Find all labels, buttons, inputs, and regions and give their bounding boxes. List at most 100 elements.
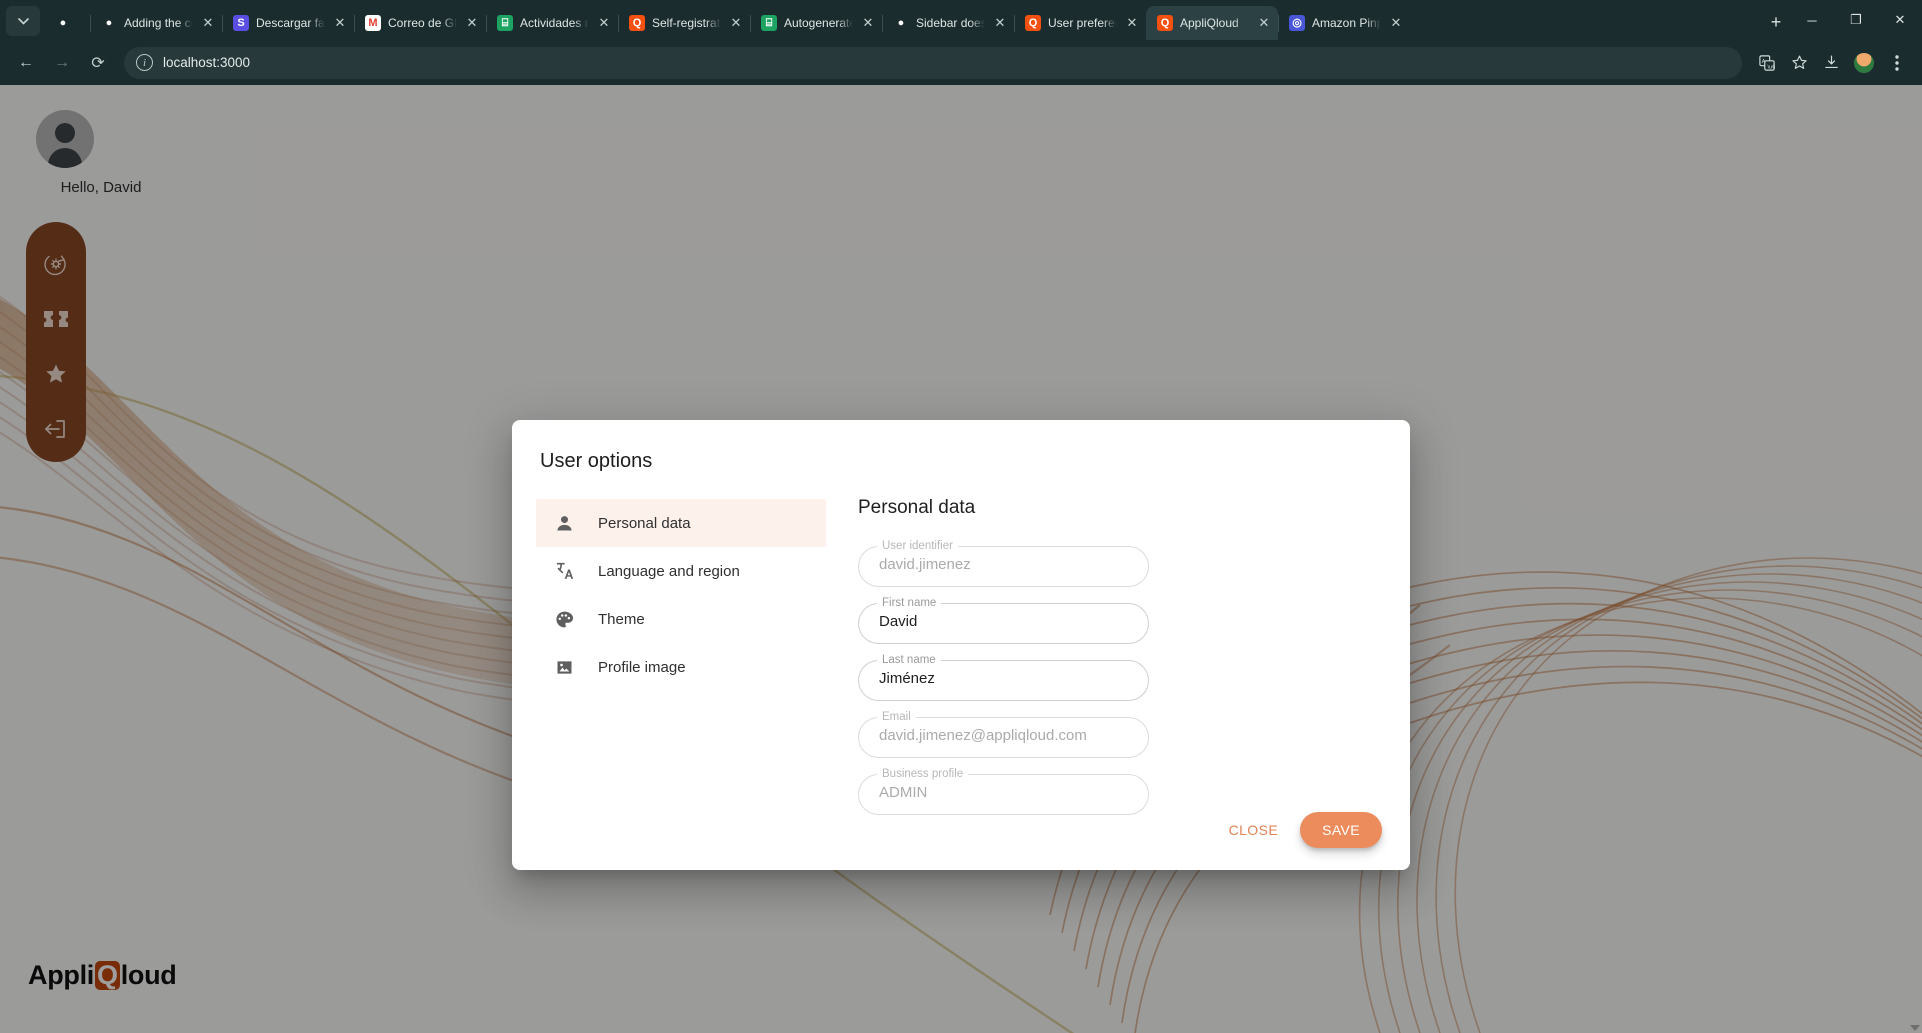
browser-tab[interactable]: M Correo de GHImp ✕: [354, 6, 486, 40]
tab-title: Actividades micr: [520, 16, 589, 30]
dialog-nav-item-label: Personal data: [598, 514, 691, 532]
dialog-actions: CLOSE SAVE: [536, 806, 1386, 870]
sheets-icon: ⌸: [497, 15, 513, 31]
field-input[interactable]: [858, 598, 1149, 644]
reload-button[interactable]: ⟳: [82, 47, 114, 79]
tab-close-icon[interactable]: ✕: [200, 15, 216, 31]
tab-title: Autogenerated |: [784, 16, 853, 30]
page-viewport: Hello, David Appli Q loud User options P…: [0, 85, 1922, 1033]
field-input: [858, 712, 1149, 758]
sheets-icon: ⌸: [761, 15, 777, 31]
tab-close-icon[interactable]: ✕: [728, 15, 744, 31]
dialog-nav-item-personal-data[interactable]: Personal data: [536, 499, 826, 547]
browser-tab[interactable]: ⌸ Autogenerated | ✕: [750, 6, 882, 40]
field-first-name: First name: [858, 597, 1149, 644]
tab-title: Sidebar doesn't g: [916, 16, 985, 30]
github-icon: ●: [105, 16, 113, 29]
tab-close-icon[interactable]: ✕: [332, 15, 348, 31]
field-user-identifier: User identifier: [858, 540, 1149, 587]
tab-title: User preferences: [1048, 16, 1117, 30]
browser-tab[interactable]: ●: [44, 6, 90, 40]
tab-title: Descargar factura: [256, 16, 325, 30]
new-tab-button[interactable]: +: [1762, 8, 1790, 36]
save-button[interactable]: SAVE: [1300, 812, 1382, 848]
tab-close-icon[interactable]: ✕: [1388, 15, 1404, 31]
tab-close-icon[interactable]: ✕: [1124, 15, 1140, 31]
forward-button[interactable]: →: [46, 47, 78, 79]
form-fields: User identifier First name Last name Email B…: [858, 540, 1386, 815]
image-icon: [554, 657, 588, 678]
browser-tab[interactable]: ◎ Amazon Pinpoint ✕: [1278, 6, 1410, 40]
tab-close-icon[interactable]: ✕: [596, 15, 612, 31]
dialog-title: User options: [540, 450, 653, 472]
browser-tab[interactable]: S Descargar factura ✕: [222, 6, 354, 40]
tab-close-icon[interactable]: ✕: [464, 15, 480, 31]
svg-text:A: A: [1762, 59, 1766, 65]
github-icon: ●: [897, 16, 905, 29]
translate-icon[interactable]: A\u6587: [1752, 48, 1782, 78]
dialog-nav-item-theme[interactable]: Theme: [536, 595, 826, 643]
tab-close-icon[interactable]: ✕: [1256, 15, 1272, 31]
gmail-icon: M: [365, 15, 381, 31]
dialog-nav-item-language-and-region[interactable]: Language and region: [536, 547, 826, 595]
maximize-button[interactable]: ❐: [1834, 4, 1878, 36]
bookmark-star-icon[interactable]: [1784, 48, 1814, 78]
field-input[interactable]: [858, 655, 1149, 701]
address-bar[interactable]: i localhost:3000: [124, 46, 1742, 79]
field-business-profile: Business profile: [858, 768, 1149, 815]
svg-text:\u6587: \u6587: [1767, 64, 1775, 70]
url-text: localhost:3000: [163, 55, 251, 70]
close-window-button[interactable]: ✕: [1878, 4, 1922, 36]
dialog-nav-item-label: Profile image: [598, 658, 686, 676]
dialog-form-panel: Personal data User identifier First name L…: [826, 491, 1386, 815]
browser-tab[interactable]: Q AppliQloud ✕: [1146, 6, 1278, 40]
tab-list: ● ● Adding the comp ✕ S Descargar factura ✕ M Co…: [44, 6, 1756, 40]
tab-title: Self-registration: [652, 16, 721, 30]
browser-tab[interactable]: ⌸ Actividades micr ✕: [486, 6, 618, 40]
person-icon: [554, 513, 588, 534]
toolbar-icons: A\u6587: [1752, 48, 1912, 78]
close-button[interactable]: CLOSE: [1215, 813, 1292, 847]
tab-title: AppliQloud: [1180, 16, 1239, 30]
aws-pinpoint-icon: ◎: [1289, 15, 1305, 31]
slack-icon: S: [233, 15, 249, 31]
form-heading: Personal data: [858, 497, 976, 518]
github-icon: ●: [59, 16, 67, 29]
appliqloud-icon: Q: [1025, 15, 1041, 31]
browser-tab[interactable]: Q User preferences ✕: [1014, 6, 1146, 40]
field-input: [858, 541, 1149, 587]
tab-strip: ● ● Adding the comp ✕ S Descargar factura ✕ M Co…: [0, 0, 1922, 40]
profile-avatar-icon[interactable]: [1853, 51, 1875, 74]
download-icon[interactable]: [1816, 48, 1846, 78]
field-last-name: Last name: [858, 654, 1149, 701]
window-controls: ─ ❐ ✕: [1790, 4, 1922, 40]
dialog-nav-item-label: Language and region: [598, 562, 740, 580]
tab-close-icon[interactable]: ✕: [860, 15, 876, 31]
dialog-nav-item-profile-image[interactable]: Profile image: [536, 643, 826, 691]
tab-title: Amazon Pinpoint: [1312, 16, 1381, 30]
tab-title: Adding the comp: [124, 16, 193, 30]
minimize-button[interactable]: ─: [1790, 4, 1834, 36]
browser-tab[interactable]: ● Sidebar doesn't g ✕: [882, 6, 1014, 40]
chevron-down-icon: [17, 17, 29, 25]
field-email: Email: [858, 711, 1149, 758]
browser-tab[interactable]: ● Adding the comp ✕: [90, 6, 222, 40]
appliqloud-icon: Q: [1157, 15, 1173, 31]
site-info-icon[interactable]: i: [136, 54, 153, 71]
user-options-dialog: User options Personal data Language and r…: [512, 420, 1410, 870]
scrollbar-down-arrow[interactable]: [1910, 1025, 1920, 1031]
browser-toolbar: ← → ⟳ i localhost:3000 A\u6587: [0, 40, 1922, 85]
browser-window: ● ● Adding the comp ✕ S Descargar factura ✕ M Co…: [0, 0, 1922, 1033]
appliqloud-icon: Q: [629, 15, 645, 31]
dialog-nav-list: Personal data Language and region Theme Pro…: [536, 491, 826, 806]
three-dot-menu-icon[interactable]: [1882, 48, 1912, 78]
palette-icon: [554, 609, 588, 630]
tab-close-icon[interactable]: ✕: [992, 15, 1008, 31]
field-input: [858, 769, 1149, 815]
tab-search-button[interactable]: [6, 6, 40, 36]
translate-icon: [554, 560, 588, 582]
tab-title: Correo de GHImp: [388, 16, 457, 30]
dialog-body: Personal data Language and region Theme Pro…: [536, 491, 1386, 815]
browser-tab[interactable]: Q Self-registration ✕: [618, 6, 750, 40]
back-button[interactable]: ←: [10, 47, 42, 79]
